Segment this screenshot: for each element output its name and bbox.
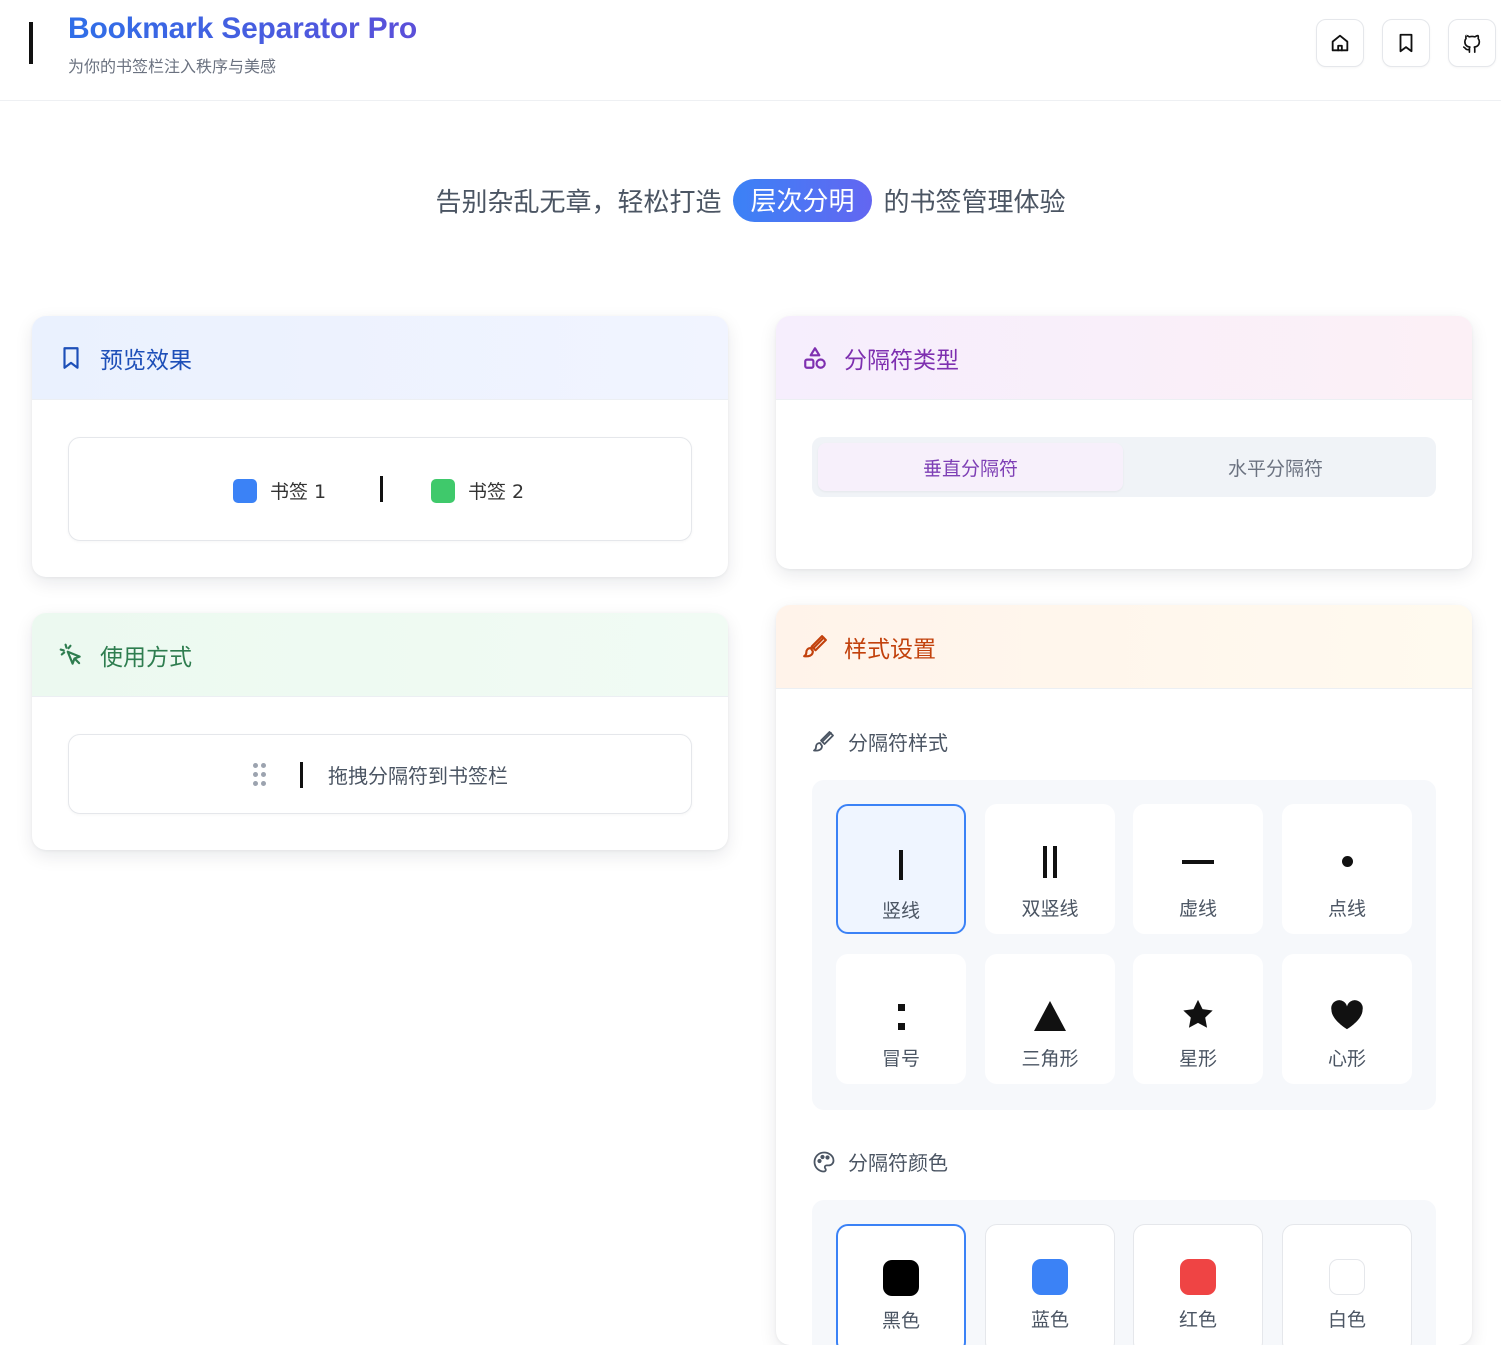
- separator-color-label-text: 分隔符颜色: [848, 1151, 948, 1175]
- style-option-label: 三角形: [1021, 1048, 1079, 1070]
- style-settings-card-header: 样式设置: [776, 605, 1472, 689]
- color-swatch: [1180, 1259, 1216, 1295]
- color-swatch: [1329, 1259, 1365, 1295]
- style-option-label: 虚线: [1178, 898, 1217, 920]
- style-option-dot[interactable]: 点线: [1282, 804, 1412, 934]
- usage-card: 使用方式 拖拽分隔符到书签栏: [32, 613, 728, 850]
- separator-style-label: 分隔符样式: [812, 727, 948, 756]
- style-settings-card: 样式设置 分隔符样式 竖线 双竖线 虚线 点线 冒号 三角形 星形 心形 分隔符…: [776, 605, 1472, 1345]
- separator-style-grid: 竖线 双竖线 虚线 点线 冒号 三角形 星形 心形: [812, 780, 1436, 1110]
- color-option-red[interactable]: 红色: [1133, 1224, 1263, 1345]
- color-option-label: 红色: [1178, 1309, 1217, 1331]
- style-option-label: 点线: [1327, 898, 1366, 920]
- horizontal-separator-tab[interactable]: 水平分隔符: [1123, 443, 1428, 491]
- style-option-star[interactable]: 星形: [1133, 954, 1263, 1084]
- preview-card: 预览效果 书签 1 书签 2: [32, 316, 728, 577]
- hero-text-before: 告别杂乱无章，轻松打造: [435, 187, 722, 218]
- separator-color-label: 分隔符颜色: [812, 1147, 948, 1176]
- app-title: Bookmark Separator Pro: [68, 12, 418, 45]
- github-button[interactable]: [1448, 19, 1496, 67]
- bookmark-favicon: [233, 478, 257, 503]
- separator-style-label-text: 分隔符样式: [848, 731, 948, 755]
- star-icon: [1182, 970, 1214, 1034]
- bookmark-icon: [1399, 33, 1413, 53]
- home-icon: [1331, 34, 1349, 52]
- cursor-click-icon: [59, 643, 81, 665]
- palette-icon: [813, 1151, 835, 1172]
- preview-separator: [380, 476, 383, 502]
- preview-bookmark-1: 书签 1: [233, 477, 326, 504]
- bookmark-favicon: [431, 478, 455, 503]
- usage-card-title: 使用方式: [100, 644, 192, 671]
- vertical-separator-tab[interactable]: 垂直分隔符: [818, 443, 1123, 491]
- color-swatch: [1032, 1259, 1068, 1295]
- preview-card-title: 预览效果: [100, 347, 192, 374]
- color-swatch: [883, 1260, 919, 1296]
- hero-highlight: 层次分明: [733, 178, 872, 222]
- color-option-label: 蓝色: [1030, 1309, 1069, 1331]
- style-option-vertical-line[interactable]: 竖线: [836, 804, 966, 934]
- color-option-black[interactable]: 黑色: [836, 1224, 966, 1345]
- color-option-white[interactable]: 白色: [1282, 1224, 1412, 1345]
- style-option-label: 星形: [1178, 1048, 1217, 1070]
- style-option-dashed[interactable]: 虚线: [1133, 804, 1263, 934]
- dot-icon: [1341, 820, 1353, 884]
- preview-bookmark-2: 书签 2: [431, 477, 524, 504]
- style-settings-card-title: 样式设置: [844, 636, 936, 663]
- paintbrush-icon: [803, 634, 827, 657]
- app-subtitle: 为你的书签栏注入秩序与美感: [68, 57, 277, 76]
- style-option-label: 冒号: [881, 1048, 920, 1070]
- logo-separator-icon: [29, 22, 33, 64]
- usage-card-header: 使用方式: [32, 613, 728, 697]
- preview-card-header: 预览效果: [32, 316, 728, 400]
- preview-bookmark-bar: 书签 1 书签 2: [68, 437, 692, 541]
- bookmark-label: 书签 1: [270, 481, 327, 503]
- style-option-triangle[interactable]: 三角形: [985, 954, 1115, 1084]
- separator-color-grid: 黑色 蓝色 红色 白色: [812, 1200, 1436, 1345]
- color-option-label: 白色: [1327, 1309, 1366, 1331]
- separator-type-card: 分隔符类型 垂直分隔符 水平分隔符: [776, 316, 1472, 569]
- usage-instruction: 拖拽分隔符到书签栏: [328, 764, 508, 788]
- dash-icon: [1182, 820, 1214, 884]
- top-bar: Bookmark Separator Pro 为你的书签栏注入秩序与美感: [0, 0, 1501, 101]
- style-option-label: 双竖线: [1021, 898, 1079, 920]
- home-button[interactable]: [1316, 19, 1364, 67]
- separator-type-card-title: 分隔符类型: [844, 347, 959, 374]
- github-icon: [1462, 34, 1481, 53]
- draggable-separator[interactable]: 拖拽分隔符到书签栏: [68, 734, 692, 814]
- heart-icon: [1330, 970, 1364, 1034]
- brush-icon: [813, 730, 834, 752]
- hero-text-after: 的书签管理体验: [883, 187, 1066, 218]
- style-option-colon[interactable]: 冒号: [836, 954, 966, 1084]
- separator-type-card-header: 分隔符类型: [776, 316, 1472, 400]
- bookmark-button[interactable]: [1382, 19, 1430, 67]
- color-option-label: 黑色: [881, 1310, 920, 1332]
- separator-sample: [300, 762, 303, 788]
- hero-tagline: 告别杂乱无章，轻松打造 层次分明 的书签管理体验: [0, 178, 1501, 222]
- color-option-blue[interactable]: 蓝色: [985, 1224, 1115, 1345]
- triangle-icon: [1033, 970, 1067, 1034]
- vertical-line-icon: [899, 822, 903, 886]
- shapes-icon: [804, 346, 826, 369]
- double-line-icon: [1043, 820, 1057, 884]
- style-option-heart[interactable]: 心形: [1282, 954, 1412, 1084]
- style-option-double-line[interactable]: 双竖线: [985, 804, 1115, 934]
- drag-handle-icon[interactable]: [253, 763, 267, 787]
- bookmark-icon: [63, 346, 79, 369]
- style-option-label: 心形: [1327, 1048, 1366, 1070]
- bookmark-label: 书签 2: [468, 481, 525, 503]
- style-option-label: 竖线: [881, 900, 920, 922]
- colon-icon: [897, 970, 905, 1034]
- separator-type-toggle: 垂直分隔符 水平分隔符: [812, 437, 1436, 497]
